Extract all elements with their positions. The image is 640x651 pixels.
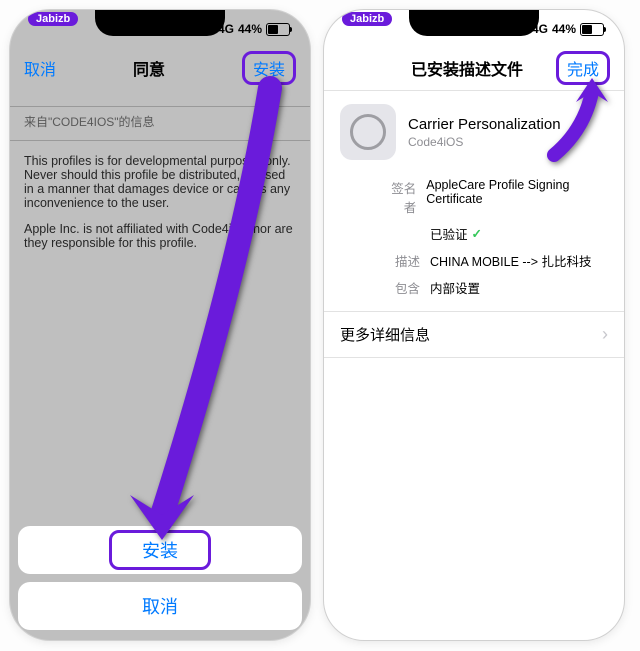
nav-title: 已安装描述文件 [378, 56, 556, 80]
sheet-install-button[interactable]: 安装 [18, 526, 302, 574]
done-button[interactable]: 完成 [556, 51, 610, 85]
desc-label: 描述 [384, 251, 420, 270]
profile-row: Carrier Personalization Code4iOS [324, 90, 624, 174]
profile-content: Carrier Personalization Code4iOS 签名者 App… [324, 90, 624, 640]
more-details-row[interactable]: 更多详细信息 › [324, 311, 624, 358]
profile-subtitle: Code4iOS [408, 135, 561, 149]
gear-icon [350, 114, 386, 150]
battery-icon [266, 23, 290, 36]
sheet-install-label: 安装 [109, 530, 211, 570]
consent-paragraph-1: This profiles is for developmental purpo… [24, 154, 296, 210]
source-label: 来自"CODE4IOS"的信息 [24, 113, 296, 130]
verified-row: 已验证 ✓ [324, 220, 624, 247]
check-icon: ✓ [472, 226, 482, 241]
sheet-cancel-label: 取消 [142, 593, 178, 619]
cancel-button[interactable]: 取消 [24, 56, 56, 80]
notch [95, 10, 225, 36]
phone-right: Jabizb 4G 44% 已安装描述文件 完成 Carrier Persona… [324, 10, 624, 640]
nav-title: 同意 [133, 56, 165, 80]
consent-paragraph-2: Apple Inc. is not affiliated with Code4i… [24, 222, 296, 250]
contains-row: 包含 内部设置 [324, 274, 624, 301]
contains-value: 内部设置 [430, 278, 480, 297]
desc-value: CHINA MOBILE --> 扎比科技 [430, 251, 591, 270]
nav-bar: 已安装描述文件 完成 [324, 46, 624, 91]
battery-label: 44% [552, 22, 576, 36]
battery-icon [580, 23, 604, 36]
notch [409, 10, 539, 36]
nav-bar: 取消 同意 安装 [10, 46, 310, 90]
profile-name: Carrier Personalization [408, 116, 561, 133]
watermark-badge: Jabizb [342, 12, 392, 26]
verified-label: 已验证 [430, 224, 468, 243]
phone-left: Jabizb 4G 44% 取消 同意 安装 来自"CODE4IOS"的信息 T… [10, 10, 310, 640]
sheet-cancel-button[interactable]: 取消 [18, 582, 302, 630]
more-label: 更多详细信息 [340, 324, 430, 345]
chevron-right-icon: › [602, 324, 608, 345]
contains-label: 包含 [384, 278, 420, 297]
signer-row: 签名者 AppleCare Profile Signing Certificat… [324, 174, 624, 220]
action-sheet: 安装 取消 [18, 518, 302, 630]
watermark-badge: Jabizb [28, 12, 78, 26]
profile-icon [340, 104, 396, 160]
battery-label: 44% [238, 22, 262, 36]
signer-value: AppleCare Profile Signing Certificate [426, 178, 608, 216]
install-button[interactable]: 安装 [242, 51, 296, 85]
signer-label: 签名者 [384, 178, 416, 216]
desc-row: 描述 CHINA MOBILE --> 扎比科技 [324, 247, 624, 274]
